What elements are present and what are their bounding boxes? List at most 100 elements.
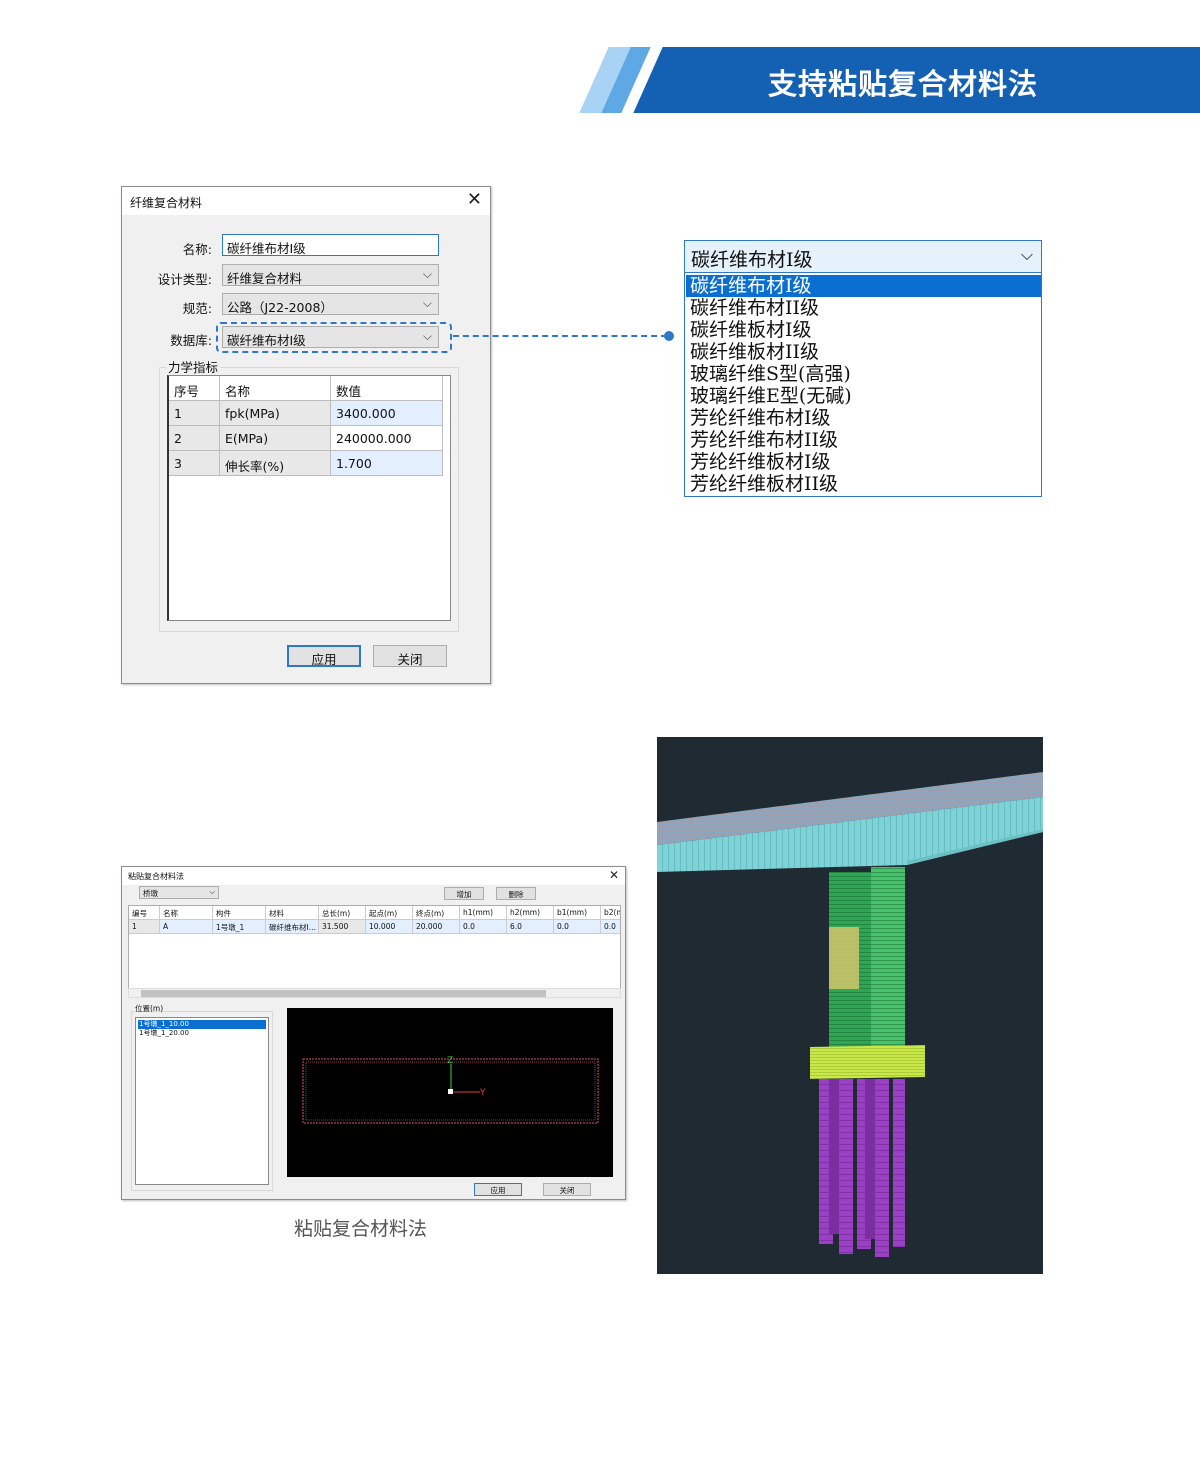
- fiber-composite-dialog: 纤维复合材料 ✕ 名称: 碳纤维布材I级 设计类型: 纤维复合材料 ⌵ 规范: …: [121, 186, 491, 684]
- design-type-label: 设计类型:: [157, 272, 212, 287]
- list-item[interactable]: 1号墩_1_10.00: [138, 1020, 266, 1029]
- table-header: 序号 名称 数值: [169, 376, 445, 401]
- column-header[interactable]: b1(mm): [554, 906, 601, 920]
- title-banner: 支持粘贴复合材料法: [579, 47, 1200, 113]
- position-list[interactable]: 1号墩_1_10.00 1号墩_1_20.00: [135, 1017, 269, 1185]
- dropdown-option[interactable]: 芳纶纤维板材I级: [686, 451, 1041, 473]
- chevron-down-icon: ⌵: [1020, 245, 1033, 264]
- y-axis-label: Y: [479, 1088, 486, 1098]
- composite-table: 编号 名称 构件 材料 总长(m) 起点(m) 终点(m) h1(mm) h2(…: [128, 905, 621, 993]
- column-header[interactable]: 构件: [213, 906, 266, 920]
- delete-button[interactable]: 删除: [496, 887, 536, 900]
- component-type-value: 桥墩: [143, 889, 158, 898]
- table-cell: A: [160, 920, 213, 934]
- table-cell: 0.0: [460, 920, 507, 934]
- dialog-titlebar: 纤维复合材料 ✕: [122, 187, 490, 215]
- close-button[interactable]: 关闭: [543, 1183, 591, 1196]
- close-icon[interactable]: ✕: [467, 189, 482, 210]
- figure-caption: 粘贴复合材料法: [294, 1218, 428, 1240]
- name-input[interactable]: 碳纤维布材I级: [222, 234, 439, 256]
- database-label: 数据库:: [170, 333, 212, 348]
- bridge-3d-view[interactable]: [657, 737, 1043, 1274]
- dialog-title: 纤维复合材料: [130, 196, 203, 210]
- banner-title: 支持粘贴复合材料法: [768, 67, 1039, 101]
- table-cell: 6.0: [507, 920, 554, 934]
- dropdown-option[interactable]: 芳纶纤维布材II级: [686, 429, 1041, 451]
- table-cell: 1号墩_1: [213, 920, 266, 934]
- dropdown-option[interactable]: 玻璃纤维E型(无碱): [686, 385, 1041, 407]
- table-cell: 31.500: [319, 920, 366, 934]
- add-button[interactable]: 增加: [444, 887, 484, 900]
- table-cell: 伸长率(%): [220, 451, 331, 476]
- table-cell[interactable]: 3400.000: [331, 401, 443, 426]
- dropdown-option[interactable]: 碳纤维布材I级: [686, 275, 1041, 297]
- table-row[interactable]: 3 伸长率(%) 1.700: [169, 451, 445, 476]
- table-header: 编号 名称 构件 材料 总长(m) 起点(m) 终点(m) h1(mm) h2(…: [129, 906, 620, 920]
- pile: [875, 1079, 889, 1257]
- spec-select[interactable]: 公路（J22-2008） ⌵: [222, 293, 439, 315]
- dropdown-selected-value: 碳纤维布材I级: [691, 249, 813, 271]
- column-header[interactable]: 起点(m): [366, 906, 413, 920]
- table-row[interactable]: 1 A 1号墩_1 碳纤维布材I... 31.500 10.000 20.000…: [129, 920, 620, 934]
- scrollbar-thumb[interactable]: [141, 990, 546, 997]
- column-header[interactable]: h1(mm): [460, 906, 507, 920]
- column-header[interactable]: 数值: [331, 376, 443, 401]
- table-cell[interactable]: 240000.000: [331, 426, 443, 451]
- column-header[interactable]: h2(mm): [507, 906, 554, 920]
- apply-button[interactable]: 应用: [287, 645, 361, 667]
- column-header[interactable]: b2(m: [601, 906, 620, 920]
- column-header[interactable]: 材料: [266, 906, 319, 920]
- list-item[interactable]: 1号墩_1_20.00: [138, 1029, 266, 1038]
- pile: [865, 1079, 875, 1239]
- pile: [893, 1079, 905, 1247]
- table-row[interactable]: 2 E(MPa) 240000.000: [169, 426, 445, 451]
- dropdown-selected[interactable]: 碳纤维布材I级 ⌵: [685, 241, 1041, 273]
- dropdown-option[interactable]: 碳纤维板材II级: [686, 341, 1041, 363]
- column-header[interactable]: 名称: [160, 906, 213, 920]
- close-icon[interactable]: ✕: [609, 868, 619, 882]
- section-preview-canvas[interactable]: Z Y: [287, 1008, 613, 1177]
- table-cell[interactable]: 1.700: [331, 451, 443, 476]
- dropdown-option[interactable]: 碳纤维板材I级: [686, 319, 1041, 341]
- dropdown-option[interactable]: 碳纤维布材II级: [686, 297, 1041, 319]
- connector-line: [453, 335, 667, 337]
- table-cell: 10.000: [366, 920, 413, 934]
- dropdown-option[interactable]: 玻璃纤维S型(高强): [686, 363, 1041, 385]
- pile: [839, 1079, 853, 1254]
- position-label: 位置(m): [135, 1004, 164, 1013]
- highlight-box: [216, 322, 452, 353]
- cfrp-wrap: [829, 927, 859, 989]
- column-header[interactable]: 总长(m): [319, 906, 366, 920]
- table-cell: 3: [169, 451, 220, 476]
- apply-button[interactable]: 应用: [474, 1183, 522, 1196]
- table-cell: 1: [169, 401, 220, 426]
- close-button[interactable]: 关闭: [373, 645, 447, 667]
- database-dropdown[interactable]: 碳纤维布材I级 ⌵ 碳纤维布材I级 碳纤维布材II级 碳纤维板材I级 碳纤维板材…: [684, 240, 1042, 497]
- properties-grid: 序号 名称 数值 1 fpk(MPa) 3400.000 2 E(MPa) 24…: [167, 375, 451, 621]
- pier-column: [871, 867, 905, 1047]
- component-type-select[interactable]: 桥墩 ⌵: [139, 886, 219, 899]
- dropdown-option[interactable]: 芳纶纤维板材II级: [686, 473, 1041, 495]
- table-cell: 0.0: [554, 920, 601, 934]
- chevron-down-icon: ⌵: [209, 887, 215, 896]
- chevron-down-icon: ⌵: [422, 296, 432, 310]
- bridge-render-svg: [657, 772, 1043, 1257]
- pile-cap: [810, 1045, 925, 1079]
- chevron-down-icon: ⌵: [422, 267, 432, 281]
- horizontal-scrollbar[interactable]: [128, 988, 621, 998]
- group-label: 力学指标: [166, 357, 221, 376]
- table-cell: 0.0: [601, 920, 620, 934]
- table-cell: 20.000: [413, 920, 460, 934]
- origin-marker: [448, 1089, 453, 1094]
- column-header[interactable]: 编号: [129, 906, 160, 920]
- design-type-select[interactable]: 纤维复合材料 ⌵: [222, 264, 439, 286]
- dialog-titlebar: 粘贴复合材料法 ✕: [122, 867, 625, 885]
- table-cell: 2: [169, 426, 220, 451]
- design-type-value: 纤维复合材料: [227, 271, 303, 286]
- column-header[interactable]: 序号: [169, 376, 220, 401]
- column-header[interactable]: 名称: [220, 376, 331, 401]
- column-header[interactable]: 终点(m): [413, 906, 460, 920]
- spec-label: 规范:: [182, 301, 212, 316]
- dropdown-option[interactable]: 芳纶纤维布材I级: [686, 407, 1041, 429]
- table-row[interactable]: 1 fpk(MPa) 3400.000: [169, 401, 445, 426]
